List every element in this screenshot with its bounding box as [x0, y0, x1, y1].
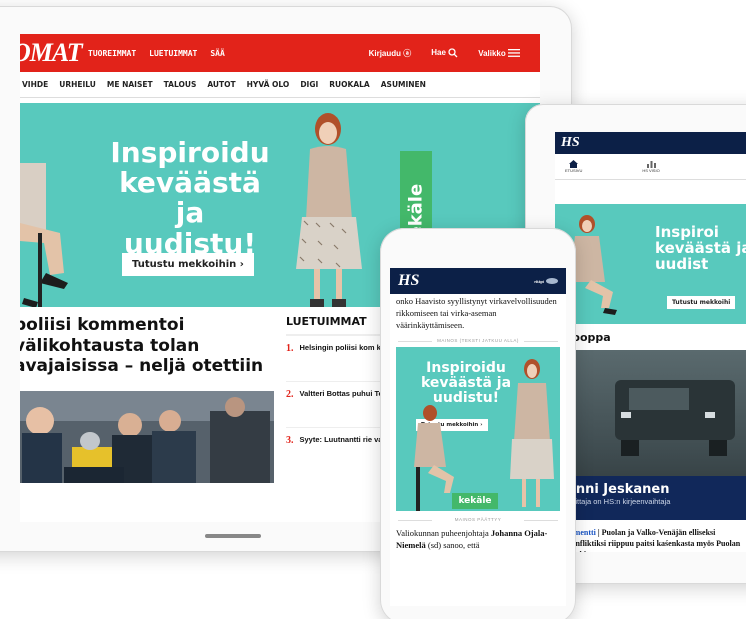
- section-item-hyva-olo[interactable]: HYVÄ OLO: [247, 80, 290, 89]
- caption-name: enni Jeskanen: [567, 482, 670, 497]
- home-indicator: [205, 534, 261, 538]
- ad-start-label: MAINOS (TEKSTI JATKUU ALLA): [390, 338, 566, 343]
- ipad-tabbar: ETUSIVU HS VISIO: [555, 154, 746, 180]
- phone-ad-headline: Inspiroidu keväästä ja uudistu!: [420, 359, 512, 406]
- top-nav: TUOREIMMAT LUETUIMMAT SÄÄ: [88, 49, 225, 58]
- phone-ad-brand: kekäle: [452, 492, 498, 509]
- phone-hs-logo[interactable]: HS: [398, 272, 419, 290]
- user-icon: ⓐ: [403, 48, 412, 58]
- menu-button[interactable]: Valikko: [478, 49, 520, 58]
- nav-item-saa[interactable]: SÄÄ: [210, 49, 224, 58]
- ipad-section-title: rooppa: [567, 331, 611, 344]
- login-button[interactable]: Kirjaudu ⓐ: [369, 48, 412, 59]
- home-icon: [569, 160, 579, 168]
- armored-vehicle-image: [615, 380, 735, 456]
- badge-icon: [546, 278, 558, 284]
- login-label: Kirjaudu: [368, 48, 402, 58]
- search-button[interactable]: Hae: [431, 48, 458, 58]
- ad-end-label: MAINOS PÄÄTTYY: [390, 517, 566, 522]
- hs-header: HS: [555, 132, 746, 154]
- search-label: Hae: [431, 48, 446, 58]
- ipad-ad-cta-button[interactable]: Tutustu mekkoihi: [667, 296, 736, 309]
- ipad-ad-headline: Inspiroi keväästä ja uudist: [655, 223, 746, 274]
- search-icon: [448, 48, 458, 58]
- section-nav: VIHDE URHEILU ME NAISET TALOUS AUTOT HYV…: [20, 72, 540, 98]
- section-item-autot[interactable]: AUTOT: [207, 80, 235, 89]
- badge-label: ritäpt: [534, 278, 544, 284]
- hs-logo[interactable]: HS: [561, 135, 580, 150]
- caption-sub: rjoittaja on HS:n kirjeenvaihtaja: [567, 497, 671, 506]
- phone-article-body: Valiokunnan puheenjohtaja Johanna Ojala-…: [390, 526, 566, 552]
- section-item-talous[interactable]: TALOUS: [164, 80, 197, 89]
- tab-etusivu[interactable]: ETUSIVU: [565, 160, 582, 173]
- ipad-screen: HS ETUSIVU HS VISIO Inspiroi keväästä ja…: [555, 132, 746, 552]
- section-item-digi[interactable]: DIGI: [300, 80, 318, 89]
- phone-ad-model-right: [510, 358, 554, 507]
- ad-headline: Inspiroidu keväästä ja uudistu!: [110, 136, 270, 260]
- ipad-lead-photo[interactable]: enni Jeskanen rjoittaja on HS:n kirjeenv…: [555, 350, 746, 520]
- phone-device: HS ritäpt onko Haavisto syyllistynyt vir…: [380, 228, 576, 619]
- nav-item-luetuimmat[interactable]: LUETUIMMAT: [149, 49, 197, 58]
- body-post: (sd) sanoo, että: [425, 539, 480, 550]
- phone-article-intro: onko Haavisto syyllistynyt virkavelvolli…: [396, 296, 557, 330]
- lead-headline[interactable]: poliisi kommentoi välikohtausta tolan av…: [20, 315, 274, 387]
- device-showcase: OMAT TUOREIMMAT LUETUIMMAT SÄÄ Kirjaudu …: [0, 0, 746, 619]
- ipad-article-teaser[interactable]: mmentti | Puolan ja Valko-Venäjän ellise…: [555, 520, 746, 552]
- ad-cta-button[interactable]: Tutustu mekkoihin ›: [122, 253, 254, 276]
- section-item-ruokala[interactable]: RUOKALA: [329, 80, 369, 89]
- ad-model-right-image: [296, 113, 362, 307]
- rank-number: 1.: [286, 343, 294, 354]
- section-item-urheilu[interactable]: URHEILU: [59, 80, 96, 89]
- tab-hs-visio[interactable]: HS VISIO: [642, 160, 660, 173]
- ad-model-left-image: [20, 163, 68, 307]
- ipad-banner-ad[interactable]: Inspiroi keväästä ja uudist Tutustu mekk…: [555, 204, 746, 324]
- lead-story[interactable]: poliisi kommentoi välikohtausta tolan av…: [20, 315, 274, 483]
- chart-icon: [646, 161, 656, 168]
- police-scene-image: [20, 391, 274, 483]
- section-item-vihde[interactable]: VIHDE: [22, 80, 48, 89]
- site-logo[interactable]: OMAT: [20, 38, 83, 68]
- phone-screen: HS ritäpt onko Haavisto syyllistynyt vir…: [390, 268, 566, 606]
- header-actions: Kirjaudu ⓐ Hae Valikko: [369, 48, 520, 59]
- hamburger-icon: [508, 49, 520, 58]
- phone-header: HS ritäpt: [390, 268, 566, 294]
- site-header: OMAT TUOREIMMAT LUETUIMMAT SÄÄ Kirjaudu …: [20, 34, 540, 72]
- nav-item-tuoreimmat[interactable]: TUOREIMMAT: [88, 49, 136, 58]
- rank-number: 3.: [286, 435, 294, 446]
- section-item-asuminen[interactable]: ASUMINEN: [381, 80, 426, 89]
- ipad-caption: enni Jeskanen rjoittaja on HS:n kirjeenv…: [555, 476, 746, 520]
- rank-number: 2.: [286, 389, 294, 400]
- section-item-me-naiset[interactable]: ME NAISET: [107, 80, 153, 89]
- menu-label: Valikko: [478, 48, 506, 58]
- phone-banner-ad[interactable]: Inspiroidu keväästä ja uudistu! Tutustu …: [396, 346, 560, 511]
- tab-label: ETUSIVU: [565, 168, 583, 173]
- lead-photo: [20, 391, 274, 483]
- body-pre: Valiokunnan puheenjohtaja: [396, 527, 491, 538]
- phone-header-badge: ritäpt: [534, 278, 558, 284]
- tab-label: HS VISIO: [642, 168, 660, 173]
